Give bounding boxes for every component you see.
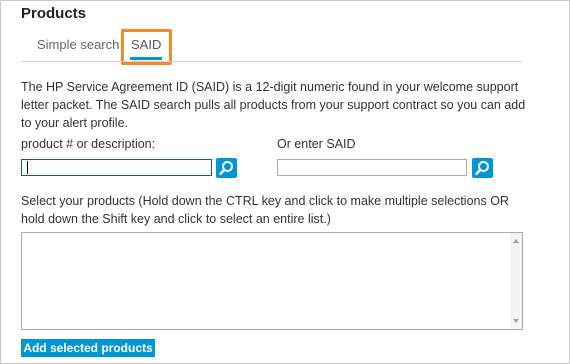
panel-title: Products <box>21 5 87 22</box>
tab-simple-search[interactable]: Simple search <box>37 37 119 52</box>
said-input[interactable] <box>277 159 467 176</box>
active-tab-indicator <box>130 57 162 60</box>
search-icon <box>219 161 233 176</box>
scroll-up-icon[interactable] <box>513 239 519 243</box>
scroll-down-icon[interactable] <box>513 319 519 323</box>
product-search-label: product # or description: <box>21 137 156 151</box>
products-listbox[interactable] <box>21 232 523 330</box>
product-search-input[interactable] <box>21 159 212 176</box>
said-search-label: Or enter SAID <box>277 137 356 151</box>
listbox-scrollbar[interactable] <box>510 233 522 329</box>
tabs-divider <box>21 61 522 62</box>
said-search-button[interactable] <box>472 158 493 178</box>
select-products-instructions: Select your products (Hold down the CTRL… <box>21 194 509 226</box>
text-caret <box>27 161 28 174</box>
product-search-button[interactable] <box>216 158 237 178</box>
search-icon <box>475 161 489 176</box>
tab-said[interactable]: SAID <box>131 37 161 52</box>
add-selected-products-button[interactable]: Add selected products <box>21 339 155 357</box>
said-description: The HP Service Agreement ID (SAID) is a … <box>21 80 526 130</box>
